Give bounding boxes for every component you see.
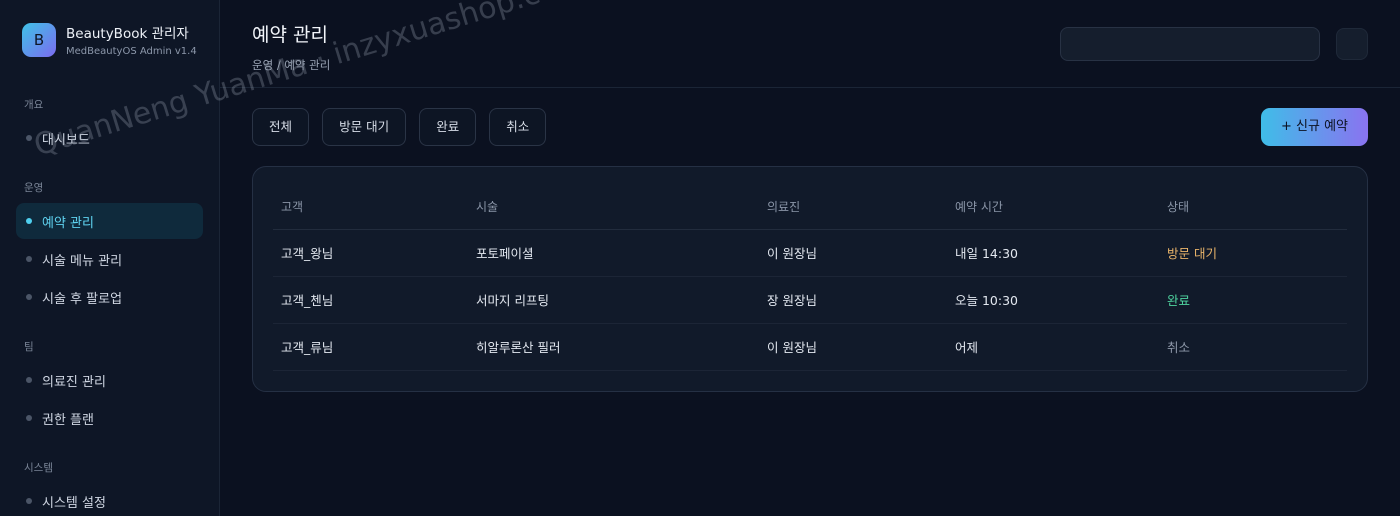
cell-staff: 이 원장님 [759,229,947,277]
column-header-staff[interactable]: 의료진 [759,185,947,230]
sidebar-item-label: 시스템 설정 [42,495,106,511]
new-reservation-button[interactable]: + 신규 예약 [1261,108,1368,146]
column-header-customer[interactable]: 고객 [273,185,468,230]
sidebar-item-label: 권한 플랜 [42,412,94,428]
brand-logo: B [22,22,56,57]
table-row[interactable]: 고객_왕님 포토페이셜 이 원장님 내일 14:30 방문 대기 [273,229,1347,277]
search-input[interactable] [1060,27,1320,61]
sidebar: B BeautyBook 관리자 MedBeautyOS Admin v1.4 … [0,0,220,516]
reservation-table-card: 고객 시술 의료진 예약 시간 상태 고객_왕님 포토페이셜 이 원장님 내일 … [252,166,1368,392]
cell-staff: 이 원장님 [759,323,947,371]
app-root: B BeautyBook 관리자 MedBeautyOS Admin v1.4 … [0,0,1400,516]
cell-customer: 고객_류님 [273,323,468,371]
cell-time: 어제 [947,323,1159,371]
status-badge: 취소 [1159,323,1347,371]
sidebar-item-label: 시술 후 팔로업 [42,291,123,307]
cell-customer: 고객_첸님 [273,276,468,324]
sidebar-item-followup[interactable]: 시술 후 팔로업 [16,279,203,315]
column-header-time[interactable]: 예약 시간 [947,185,1159,230]
bullet-icon [26,256,32,262]
sidebar-item-permissions[interactable]: 권한 플랜 [16,400,203,436]
cell-time: 내일 14:30 [947,229,1159,277]
sidebar-item-label: 예약 관리 [42,215,94,231]
nav-group-operations: 운영 예약 관리 시술 메뉴 관리 시술 후 팔로업 [16,180,203,315]
bullet-icon [26,377,32,383]
column-header-treatment[interactable]: 시술 [468,185,759,230]
filter-waiting-button[interactable]: 방문 대기 [322,108,407,146]
reservation-table: 고객 시술 의료진 예약 시간 상태 고객_왕님 포토페이셜 이 원장님 내일 … [273,185,1347,371]
filter-done-button[interactable]: 완료 [419,108,477,146]
cell-customer: 고객_왕님 [273,229,468,277]
brand-subtitle: MedBeautyOS Admin v1.4 [66,46,197,57]
sidebar-item-settings[interactable]: 시스템 설정 [16,483,203,516]
nav-group-label: 운영 [24,182,44,194]
nav-group-label: 팀 [24,341,34,353]
nav-group-label: 시스템 [24,462,53,474]
table-row[interactable]: 고객_첸님 서마지 리프팅 장 원장님 오늘 10:30 완료 [273,276,1347,324]
nav-group-label: 개요 [24,99,44,111]
main-content: 예약 관리 운영 / 예약 관리 전체 방문 대기 완료 취소 + 신규 예약 … [220,0,1400,516]
brand-text: BeautyBook 관리자 MedBeautyOS Admin v1.4 [66,22,197,57]
nav-group-team: 팀 의료진 관리 권한 플랜 [16,339,203,436]
sidebar-item-reservations[interactable]: 예약 관리 [16,203,203,239]
cell-time: 오늘 10:30 [947,276,1159,324]
sidebar-item-label: 대시보드 [42,132,90,148]
table-header-row: 고객 시술 의료진 예약 시간 상태 [273,185,1347,230]
bullet-icon [26,498,32,504]
cell-treatment: 서마지 리프팅 [468,276,759,324]
user-menu-button[interactable] [1336,28,1368,60]
status-badge: 방문 대기 [1159,229,1347,277]
filter-all-button[interactable]: 전체 [252,108,310,146]
sidebar-item-label: 의료진 관리 [42,374,106,390]
column-header-status[interactable]: 상태 [1159,185,1347,230]
status-badge: 완료 [1159,276,1347,324]
brand-title: BeautyBook 관리자 [66,26,189,42]
brand: B BeautyBook 관리자 MedBeautyOS Admin v1.4 [22,22,203,57]
sidebar-item-staff[interactable]: 의료진 관리 [16,362,203,398]
bullet-icon [26,415,32,421]
topbar: 예약 관리 운영 / 예약 관리 [220,0,1400,88]
sidebar-item-label: 시술 메뉴 관리 [42,253,123,269]
bullet-icon [26,135,32,141]
cell-staff: 장 원장님 [759,276,947,324]
filter-cancel-button[interactable]: 취소 [489,108,547,146]
sidebar-item-dashboard[interactable]: 대시보드 [16,120,203,156]
nav-group-system: 시스템 시스템 설정 [16,460,203,516]
cell-treatment: 포토페이셜 [468,229,759,277]
table-row[interactable]: 고객_류님 히알루론산 필러 이 원장님 어제 취소 [273,323,1347,371]
bullet-icon [26,218,32,224]
filter-row: 전체 방문 대기 완료 취소 + 신규 예약 [220,88,1400,166]
sidebar-item-treatment-menu[interactable]: 시술 메뉴 관리 [16,241,203,277]
cell-treatment: 히알루론산 필러 [468,323,759,371]
bullet-icon [26,294,32,300]
nav-group-overview: 개요 대시보드 [16,97,203,156]
